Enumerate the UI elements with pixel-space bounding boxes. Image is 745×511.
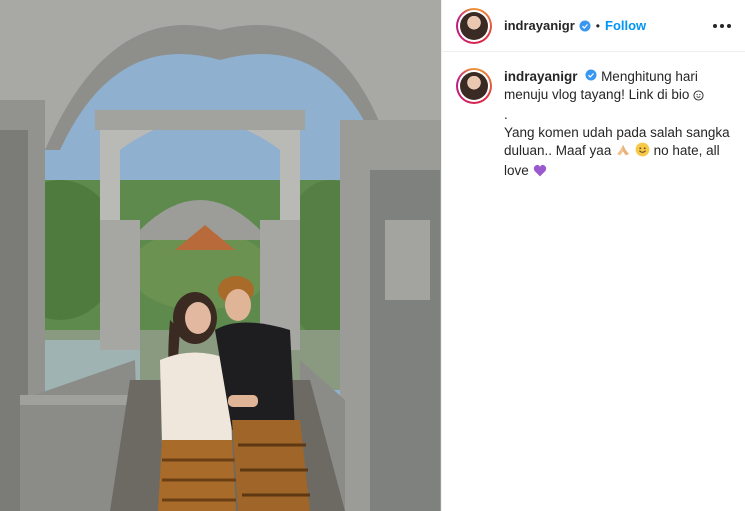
post-header: indrayanigr • Follow [442, 0, 745, 52]
post-photo[interactable] [0, 0, 441, 511]
profile-picture [460, 11, 488, 40]
avatar-border [458, 9, 490, 42]
avatar[interactable] [456, 7, 492, 44]
caption-username[interactable]: indrayanigr [504, 69, 578, 84]
couple-photo-illustration [0, 0, 441, 511]
caption-line-2: . [504, 107, 508, 122]
smiling-face-icon [693, 88, 704, 106]
separator-dot: • [595, 18, 600, 33]
caption-profile-picture [460, 72, 488, 100]
username-link[interactable]: indrayanigr [504, 18, 575, 33]
folded-hands-icon [615, 143, 631, 162]
smiling-face-emoji-icon [635, 142, 650, 162]
caption-verified-icon [585, 69, 597, 81]
follow-button[interactable]: Follow [605, 18, 646, 33]
more-options-icon[interactable] [713, 18, 731, 34]
purple-heart-icon [533, 164, 547, 182]
caption: indrayanigr Menghitung hari menuju vlog … [442, 52, 745, 182]
caption-text: indrayanigr Menghitung hari menuju vlog … [504, 68, 731, 182]
post-details-pane: indrayanigr • Follow indrayanigr Menghit… [441, 0, 745, 511]
verified-badge-icon [579, 20, 591, 32]
caption-avatar-border [458, 70, 490, 102]
caption-avatar[interactable] [456, 68, 492, 104]
